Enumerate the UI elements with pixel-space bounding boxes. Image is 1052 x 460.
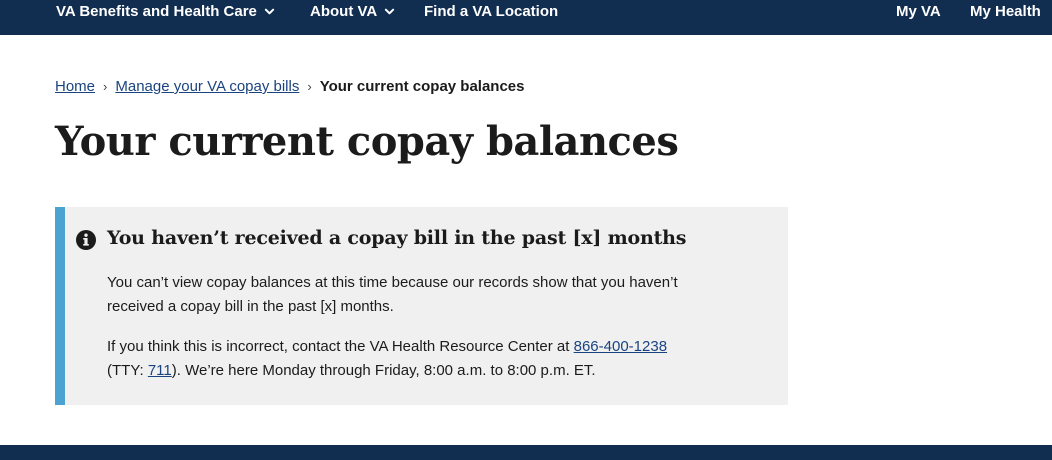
phone-number-link[interactable]: 866-400-1238 [574, 338, 667, 355]
alert-paragraph-2: If you think this is incorrect, contact … [107, 335, 707, 383]
chevron-down-icon [264, 8, 275, 15]
breadcrumb-separator: › [307, 79, 312, 94]
alert-body: You can’t view copay balances at this ti… [107, 271, 707, 399]
nav-about-menu[interactable]: About VA [310, 3, 395, 20]
nav-benefits-label: VA Benefits and Health Care [56, 3, 257, 20]
alert-accent-bar [55, 207, 65, 405]
nav-myhealth-label: My Health [970, 3, 1041, 20]
breadcrumb: Home › Manage your VA copay bills › Your… [55, 78, 525, 95]
nav-my-health-link[interactable]: My Health [970, 3, 1041, 20]
info-circle-icon [76, 230, 96, 250]
tty-number-link[interactable]: 711 [148, 362, 172, 379]
nav-benefits-menu[interactable]: VA Benefits and Health Care [56, 3, 275, 20]
alert-hours-text: ). We’re here Monday through Friday, 8:0… [171, 362, 596, 379]
breadcrumb-manage-copay-link[interactable]: Manage your VA copay bills [115, 78, 299, 95]
nav-find-location-link[interactable]: Find a VA Location [424, 3, 558, 20]
breadcrumb-current-page: Your current copay balances [319, 78, 525, 95]
info-alert: You haven’t received a copay bill in the… [55, 207, 788, 405]
alert-paragraph-1: You can’t view copay balances at this ti… [107, 274, 678, 315]
nav-about-label: About VA [310, 3, 378, 20]
top-navigation: VA Benefits and Health Care About VA Fin… [0, 0, 1052, 35]
breadcrumb-home-link[interactable]: Home [55, 78, 95, 95]
chevron-down-icon [385, 8, 395, 15]
nav-find-label: Find a VA Location [424, 3, 559, 20]
nav-my-va-link[interactable]: My VA [896, 3, 941, 20]
nav-myva-label: My VA [896, 3, 941, 20]
page-title: Your current copay balances [55, 118, 679, 165]
footer [0, 445, 1052, 460]
breadcrumb-separator: › [103, 79, 108, 94]
alert-tty-prefix: (TTY: [107, 362, 148, 379]
alert-contact-text: If you think this is incorrect, contact … [107, 338, 574, 355]
alert-heading: You haven’t received a copay bill in the… [107, 227, 687, 249]
